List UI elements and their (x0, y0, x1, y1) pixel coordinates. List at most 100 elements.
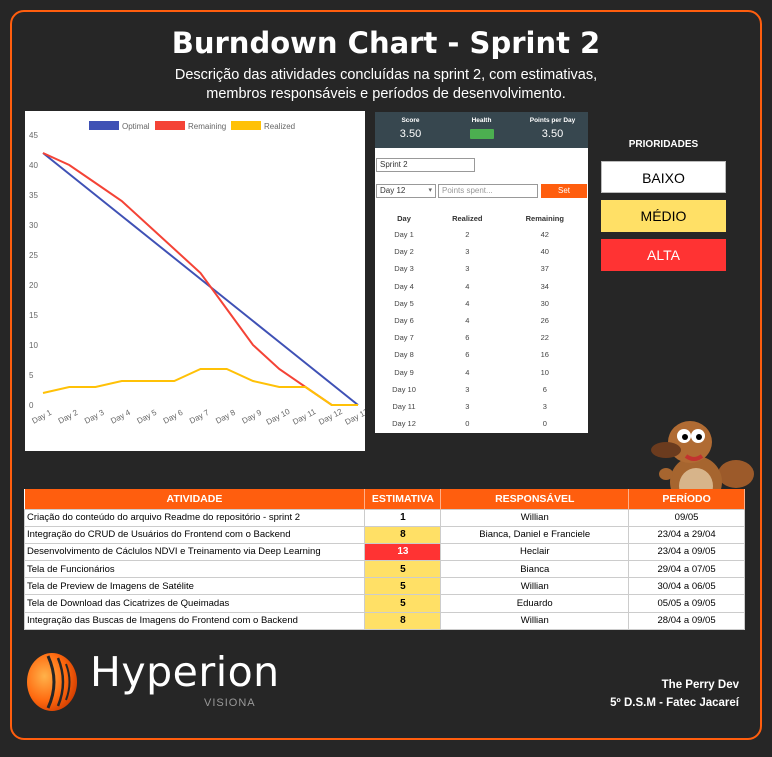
table-row: Day 5 4 30 (375, 295, 588, 312)
table-cell: 23/04 a 09/05 (628, 542, 745, 562)
points-spent-input[interactable]: Points spent... (438, 184, 538, 198)
table-cell: 23/04 a 29/04 (628, 525, 745, 544)
estimate-cell: 13 (364, 542, 442, 562)
table-cell: Day 9 (394, 367, 414, 377)
x-tick-label: Day 10 (265, 407, 292, 427)
priority-high: ALTA (601, 239, 726, 271)
table-cell: Integração das Buscas de Imagens do Fron… (23, 611, 366, 630)
table-cell: Tela de Preview de Imagens de Satélite (23, 577, 366, 596)
column-header: RESPONSÁVEL (440, 489, 630, 509)
table-cell: Willian (440, 611, 630, 630)
table-row: Day 7 6 22 (375, 329, 588, 346)
x-tick-label: Day 2 (57, 408, 80, 426)
burndown-chart: 0 5 10 15 20 25 30 35 40 45 Day 1 Day 2 Day 3 Day 4 Da… (25, 111, 365, 451)
burndown-chart-svg: 051015202530354045Day 1 Day 2 Day 3 Day 4 Da… (29, 121, 365, 427)
table-cell: 3 (465, 247, 470, 257)
table-cell: 37 (540, 264, 549, 274)
table-cell: 4 (465, 281, 470, 291)
table-row: Day 3 3 37 (375, 260, 588, 277)
x-tick-label: Day 1 (30, 408, 53, 426)
y-tick-label: 20 (29, 281, 38, 290)
table-cell: Willian (440, 577, 630, 596)
column-header: ATIVIDADE (24, 489, 366, 509)
legend-label: Realized (264, 122, 295, 131)
table-cell: 26 (540, 316, 549, 326)
table-cell: Criação do conteúdo do arquivo Readme do… (23, 508, 366, 527)
column-header: Remaining (525, 213, 564, 223)
table-cell: Day 4 (394, 281, 414, 291)
table-cell: Day 11 (392, 401, 416, 411)
y-tick-label: 25 (29, 251, 38, 260)
x-tick-label: Day 12 (317, 407, 344, 427)
brand-name: Hyperion (90, 648, 280, 696)
table-row: Integração do CRUD de Usuários do Fronte… (23, 525, 745, 544)
table-cell: 0 (465, 419, 470, 429)
table-cell: 3 (465, 401, 470, 411)
score-metric: Score 3.50 (375, 112, 446, 148)
daily-points-table: Day Realized Remaining Day 1 2 42 Day 2 3 40 D… (375, 210, 588, 432)
table-cell: 4 (465, 316, 470, 326)
table-row: Tela de Download das Cicatrizes de Queim… (23, 594, 745, 613)
table-cell: Tela de Download das Cicatrizes de Queim… (23, 594, 366, 613)
course-name: 5º D.S.M - Fatec Jacareí (610, 697, 739, 709)
y-tick-label: 0 (29, 401, 34, 410)
legend-label: Remaining (188, 122, 226, 131)
table-cell: 30 (540, 298, 549, 308)
y-tick-label: 5 (29, 371, 34, 380)
score-panel: Score 3.50 Health Points per Day 3.50 Sp… (375, 112, 588, 433)
table-row: Criação do conteúdo do arquivo Readme do… (23, 508, 745, 527)
health-label: Health (471, 117, 492, 124)
priority-medium: MÉDIO (601, 200, 726, 232)
y-tick-label: 30 (29, 221, 38, 230)
table-cell: 40 (540, 247, 549, 257)
table-cell: Day 2 (394, 247, 414, 257)
table-cell: 4 (465, 367, 470, 377)
table-cell: 29/04 a 07/05 (628, 560, 745, 579)
legend-swatch (89, 121, 119, 130)
set-button[interactable]: Set (541, 184, 587, 198)
x-tick-label: Day 9 (240, 408, 263, 426)
points-per-day-value: 3.50 (541, 128, 564, 140)
table-cell: Tela de Funcionários (23, 560, 366, 579)
table-header-row: ATIVIDADE ESTIMATIVA RESPONSÁVEL PERÍODO (24, 489, 745, 509)
table-cell: 6 (465, 333, 470, 343)
estimate-cell: 1 (364, 508, 442, 527)
x-tick-label: Day 5 (135, 408, 158, 426)
x-tick-label: Day 6 (162, 408, 185, 426)
footer-credits: The Perry Dev 5º D.S.M - Fatec Jacareí (610, 676, 739, 712)
table-cell: 42 (540, 230, 549, 240)
table-cell: 28/04 a 09/05 (628, 611, 745, 630)
y-tick-label: 10 (29, 341, 38, 350)
table-cell: Day 3 (394, 264, 414, 274)
table-row: Tela de Preview de Imagens de Satélite 5 W… (23, 577, 745, 596)
y-tick-label: 35 (29, 191, 38, 200)
day-select-value: Day 12 (380, 186, 406, 195)
x-tick-label: Day 4 (109, 408, 132, 426)
estimate-cell: 8 (364, 525, 442, 544)
table-cell: Day 1 (394, 230, 414, 240)
x-tick-label: Day 13 (344, 407, 365, 427)
table-cell: 16 (540, 350, 549, 360)
table-cell: 3 (465, 264, 470, 274)
y-tick-label: 40 (29, 161, 38, 170)
table-cell: Heclair (440, 542, 630, 562)
hyperion-logo-icon (27, 653, 77, 711)
table-row: Day 8 6 16 (375, 346, 588, 363)
table-cell: Day 10 (392, 384, 416, 394)
score-value: 3.50 (399, 128, 422, 140)
activities-table: ATIVIDADE ESTIMATIVA RESPONSÁVEL PERÍODO… (23, 489, 745, 630)
points-per-day-metric: Points per Day 3.50 (517, 112, 588, 148)
table-row: Day 4 4 34 (375, 278, 588, 295)
table-cell: 3 (542, 401, 547, 411)
table-cell: 4 (465, 298, 470, 308)
health-metric: Health (446, 112, 517, 148)
legend-label: Optimal (122, 122, 150, 131)
table-cell: 6 (542, 384, 547, 394)
sprint-name-input[interactable]: Sprint 2 (376, 158, 475, 172)
table-row: Integração das Buscas de Imagens do Fron… (23, 611, 745, 630)
priorities-title: PRIORIDADES (628, 139, 699, 150)
table-cell: 30/04 a 06/05 (628, 577, 745, 596)
team-name: The Perry Dev (661, 679, 739, 691)
day-select[interactable]: Day 12 ▾ (376, 184, 436, 198)
table-cell: 10 (540, 367, 549, 377)
